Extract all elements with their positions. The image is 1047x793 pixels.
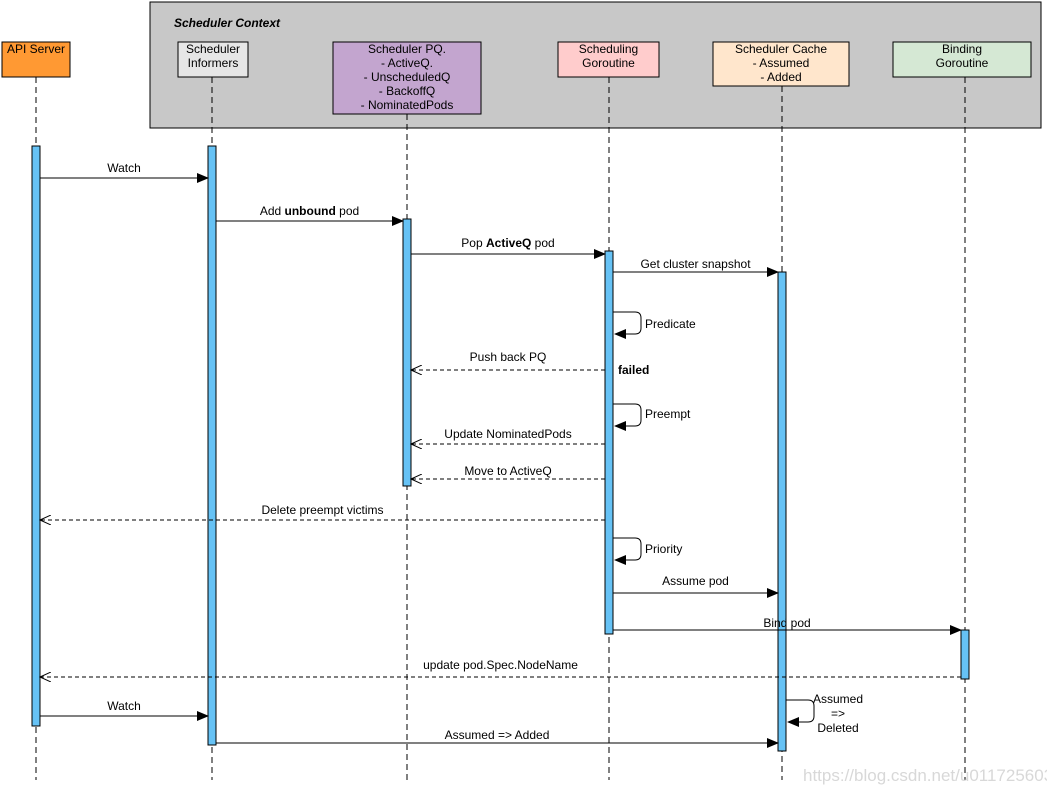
message-13: update pod.Spec.NodeName (40, 658, 961, 677)
sequence-diagram: Scheduler Context API Server SchedulerInf… (1, 1, 1047, 785)
message-label: Watch (107, 161, 141, 175)
message-14: Assumed=>Deleted (786, 692, 863, 735)
participant-cache: Scheduler Cache- Assumed- Added (712, 41, 850, 87)
message-2: Pop ActiveQ pod (411, 236, 606, 259)
message-4: Predicate (613, 311, 696, 339)
informers-label-line: Informers (188, 56, 239, 70)
self-call-arrow (613, 311, 642, 339)
cache-label-line: - Assumed (753, 56, 810, 70)
message-16: Assumed => Added (216, 728, 779, 748)
message-0: Watch (40, 161, 209, 183)
cache-activation-bar (777, 271, 787, 752)
message-6: Preempt (613, 403, 691, 431)
message-label: Bind pod (763, 616, 810, 630)
pq-label-line: - ActiveQ. (381, 56, 433, 70)
goroutine-activation-bar (604, 250, 614, 635)
participant-pq: Scheduler PQ.- ActiveQ.- UnscheduledQ- B… (332, 41, 482, 115)
context-title: Scheduler Context (174, 16, 281, 30)
message-label: Update NominatedPods (444, 427, 571, 441)
pq-label-line: - BackoffQ (379, 84, 435, 98)
cache-label-line: Scheduler Cache (735, 42, 827, 56)
message-label: Push back PQ (470, 350, 547, 364)
pq-activation-bar (402, 218, 412, 487)
message-9: Delete preempt victims (40, 503, 605, 520)
participant-goroutine: SchedulingGoroutine (557, 41, 660, 78)
message-label: Predicate (645, 317, 696, 331)
message-label: update pod.Spec.NodeName (423, 658, 578, 672)
message-label: Deleted (817, 721, 858, 735)
self-call-arrow (786, 699, 815, 727)
cache-label-line: - Added (760, 70, 801, 84)
informers-activation-bar (207, 145, 217, 746)
message-15: Watch (40, 699, 209, 721)
binding-activation-bar (960, 629, 970, 680)
message-label: => (831, 707, 845, 721)
participant-api: API Server (1, 41, 71, 78)
self-call-arrow (613, 537, 642, 565)
self-call-arrow (613, 403, 642, 431)
message-label: Watch (107, 699, 141, 713)
message-label: Preempt (645, 407, 691, 421)
message-label: Priority (645, 542, 682, 556)
binding-label-line: Binding (942, 42, 982, 56)
message-label: Assumed => Added (445, 728, 550, 742)
failed-note: failed (618, 363, 649, 377)
pq-label-line: - UnscheduledQ (364, 70, 451, 84)
message-label: Assume pod (662, 574, 729, 588)
message-11: Assume pod (613, 574, 779, 598)
message-1: Add unbound pod (216, 204, 404, 226)
message-7: Update NominatedPods (411, 427, 605, 444)
pq-label-line: - NominatedPods (361, 98, 454, 112)
message-5: Push back PQ failed (411, 350, 649, 377)
participant-informers: SchedulerInformers (177, 41, 249, 78)
api-label-line: API Server (7, 42, 65, 56)
watermark: https://blog.csdn.net/u011725603 (803, 766, 1047, 785)
binding-label-line: Goroutine (936, 56, 989, 70)
pq-label-line: Scheduler PQ. (368, 42, 446, 56)
api-activation-bar (31, 145, 41, 727)
message-label: Add unbound pod (260, 204, 359, 218)
message-10: Priority (613, 537, 682, 565)
goroutine-label-line: Goroutine (582, 56, 635, 70)
participant-binding: BindingGoroutine (892, 41, 1032, 78)
message-label: Assumed (813, 692, 863, 706)
message-label: Pop ActiveQ pod (461, 236, 554, 250)
message-label: Get cluster snapshot (640, 257, 751, 271)
message-3: Get cluster snapshot (613, 257, 779, 277)
informers-label-line: Scheduler (186, 42, 240, 56)
message-12: Bind pod (613, 616, 962, 635)
message-label: Delete preempt victims (261, 503, 383, 517)
message-8: Move to ActiveQ (411, 464, 605, 479)
message-label: Move to ActiveQ (464, 464, 551, 478)
goroutine-label-line: Scheduling (579, 42, 638, 56)
